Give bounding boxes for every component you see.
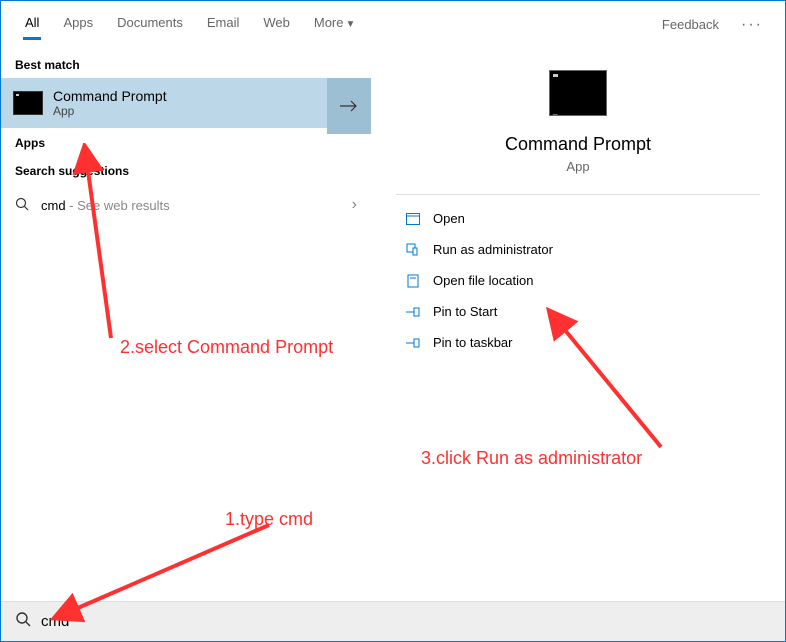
action-pin-to-taskbar[interactable]: Pin to taskbar [399, 327, 757, 358]
preview-title: Command Prompt [505, 134, 651, 155]
action-run-as-administrator-label: Run as administrator [433, 242, 553, 257]
preview-panel: Command Prompt App Open Run as administr… [371, 40, 785, 606]
tab-more[interactable]: More▼ [304, 9, 366, 40]
best-match-header: Best match [1, 50, 371, 78]
command-prompt-icon-large [549, 70, 607, 116]
best-match-subtitle: App [53, 104, 359, 118]
action-open-file-location-label: Open file location [433, 273, 533, 288]
best-match-item[interactable]: Command Prompt App [1, 78, 371, 128]
expand-arrow-button[interactable] [327, 78, 371, 134]
search-input[interactable] [41, 613, 771, 630]
best-match-title: Command Prompt [53, 88, 359, 104]
search-icon [15, 197, 31, 214]
shield-icon [405, 243, 421, 257]
suggestion-web-label: - See web results [66, 198, 170, 213]
search-bar [1, 601, 785, 641]
folder-icon [405, 274, 421, 288]
chevron-right-icon: › [352, 196, 357, 214]
suggestion-query: cmd [41, 198, 66, 213]
suggestion-item-cmd[interactable]: cmd - See web results › [1, 184, 371, 226]
tab-all[interactable]: All [15, 9, 49, 40]
action-open[interactable]: Open [399, 203, 757, 234]
command-prompt-icon [13, 91, 43, 115]
action-open-label: Open [433, 211, 465, 226]
divider [396, 194, 760, 195]
tab-bar: All Apps Documents Email Web More▼ Feedb… [1, 1, 785, 40]
tab-web[interactable]: Web [253, 9, 300, 40]
apps-header: Apps [1, 128, 371, 156]
search-icon [15, 611, 31, 632]
action-pin-to-taskbar-label: Pin to taskbar [433, 335, 513, 350]
preview-subtitle: App [566, 159, 589, 174]
tab-apps[interactable]: Apps [53, 9, 103, 40]
pin-icon [405, 337, 421, 349]
action-pin-to-start-label: Pin to Start [433, 304, 497, 319]
action-pin-to-start[interactable]: Pin to Start [399, 296, 757, 327]
tab-documents[interactable]: Documents [107, 9, 193, 40]
action-run-as-administrator[interactable]: Run as administrator [399, 234, 757, 265]
action-open-file-location[interactable]: Open file location [399, 265, 757, 296]
pin-icon [405, 306, 421, 318]
open-icon [405, 213, 421, 225]
more-options-icon[interactable]: ··· [733, 10, 771, 40]
results-panel: Best match Command Prompt App Apps Searc… [1, 40, 371, 606]
chevron-down-icon: ▼ [345, 19, 355, 30]
tab-email[interactable]: Email [197, 9, 250, 40]
feedback-link[interactable]: Feedback [652, 11, 729, 38]
suggestions-header: Search suggestions [1, 156, 371, 184]
